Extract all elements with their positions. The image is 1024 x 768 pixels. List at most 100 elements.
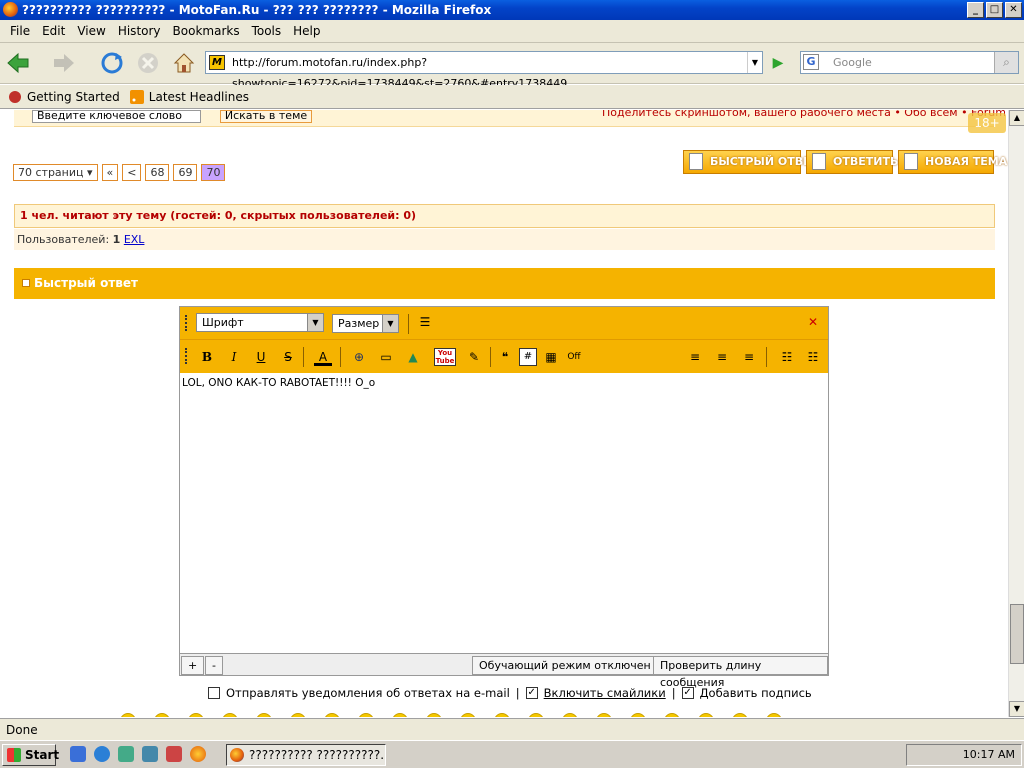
smiley-icon[interactable] xyxy=(528,713,544,717)
signature-checkbox[interactable]: ✓ xyxy=(681,687,694,699)
keyword-input[interactable]: Введите ключевое слово xyxy=(32,110,201,123)
table-icon[interactable]: ▦ xyxy=(542,348,560,366)
youtube-icon[interactable]: You Tube xyxy=(434,348,456,366)
bold-icon[interactable]: B xyxy=(198,348,216,366)
smiley-icon[interactable] xyxy=(256,713,272,717)
home-icon[interactable] xyxy=(172,51,196,75)
maximize-button[interactable]: □ xyxy=(986,2,1003,18)
smiley-icon[interactable] xyxy=(460,713,476,717)
text-color-icon[interactable]: A xyxy=(314,348,332,366)
network-icon[interactable] xyxy=(118,746,134,762)
reload-icon[interactable] xyxy=(100,51,124,75)
smiley-icon[interactable] xyxy=(664,713,680,717)
pages-dropdown[interactable]: 70 страниц ▾ xyxy=(13,164,98,181)
font-select[interactable]: Шрифт ▼ xyxy=(196,313,324,332)
align-left-icon[interactable]: ≡ xyxy=(686,348,704,366)
training-mode-button[interactable]: Обучающий режим отключен xyxy=(472,656,658,675)
message-textarea[interactable]: LOL, ONO КАК-ТО RABOTAET!!!! O_o xyxy=(180,373,828,653)
page-first[interactable]: « xyxy=(101,164,119,181)
notify-checkbox[interactable] xyxy=(208,687,220,699)
quick-reply-header[interactable]: Быстрый ответ xyxy=(14,268,995,299)
align-right-icon[interactable]: ≡ xyxy=(740,348,758,366)
quote-icon[interactable]: ❝ xyxy=(496,348,514,366)
smiley-icon[interactable] xyxy=(120,713,136,717)
email-icon[interactable]: ▭ xyxy=(377,348,395,366)
flash-icon[interactable]: ✎ xyxy=(465,348,483,366)
search-topic-button[interactable]: Искать в теме xyxy=(220,110,312,123)
google-icon[interactable]: G xyxy=(803,54,819,70)
forward-icon[interactable] xyxy=(52,51,76,75)
ordered-list-icon[interactable]: ☷ xyxy=(778,348,796,366)
url-dropdown-icon[interactable]: ▼ xyxy=(747,52,762,73)
hash-icon[interactable]: # xyxy=(519,348,537,366)
firefox-quicklaunch-icon[interactable] xyxy=(190,746,206,762)
smilies-checkbox[interactable]: ✓ xyxy=(525,687,538,699)
scroll-up-icon[interactable]: ▲ xyxy=(1009,110,1024,126)
smiley-icon[interactable] xyxy=(426,713,442,717)
underline-icon[interactable]: U xyxy=(252,348,270,366)
ie-icon[interactable] xyxy=(94,746,110,762)
size-select[interactable]: Размер ▼ xyxy=(332,314,399,333)
scroll-down-icon[interactable]: ▼ xyxy=(1009,701,1024,717)
menu-bookmarks[interactable]: Bookmarks xyxy=(167,24,246,38)
start-button[interactable]: Start xyxy=(2,744,59,766)
search-icon[interactable]: ⌕ xyxy=(994,52,1018,73)
menu-file[interactable]: File xyxy=(4,24,36,38)
smiley-icon[interactable] xyxy=(562,713,578,717)
smiley-icon[interactable] xyxy=(154,713,170,717)
smiley-icon[interactable] xyxy=(698,713,714,717)
smiley-icon[interactable] xyxy=(324,713,340,717)
unordered-list-icon[interactable]: ☷ xyxy=(804,348,822,366)
menu-view[interactable]: View xyxy=(71,24,111,38)
smiley-icon[interactable] xyxy=(222,713,238,717)
page-prev[interactable]: < xyxy=(122,164,142,181)
messenger-icon[interactable] xyxy=(166,746,182,762)
page-scrollbar[interactable]: ▲ ▼ xyxy=(1008,110,1024,717)
menu-edit[interactable]: Edit xyxy=(36,24,71,38)
smiley-icon[interactable] xyxy=(358,713,374,717)
media-icon[interactable] xyxy=(142,746,158,762)
smiley-icon[interactable] xyxy=(732,713,748,717)
page-69[interactable]: 69 xyxy=(173,164,198,181)
shrink-button[interactable]: - xyxy=(205,656,223,675)
close-button[interactable]: ✕ xyxy=(1005,2,1022,18)
smiley-icon[interactable] xyxy=(766,713,782,717)
indent-icon[interactable]: ☰ xyxy=(416,313,434,331)
smilies-label[interactable]: Включить смайлики xyxy=(544,686,666,700)
smiley-icon[interactable] xyxy=(630,713,646,717)
menu-history[interactable]: History xyxy=(112,24,167,38)
clock[interactable]: 10:17 AM xyxy=(963,748,1015,761)
smiley-icon[interactable] xyxy=(596,713,612,717)
search-bar[interactable]: G Google ⌕ xyxy=(800,51,1019,74)
page-68[interactable]: 68 xyxy=(145,164,170,181)
quick-reply-button[interactable]: БЫСТРЫЙ ОТВЕТ xyxy=(683,150,818,174)
bookmark-latest-headlines[interactable]: Latest Headlines xyxy=(129,89,249,104)
italic-icon[interactable]: I xyxy=(225,348,243,366)
expand-button[interactable]: + xyxy=(181,656,205,675)
show-desktop-icon[interactable] xyxy=(70,746,86,762)
go-button[interactable]: ▶ xyxy=(767,53,789,73)
user-link[interactable]: EXL xyxy=(124,233,145,246)
menu-help[interactable]: Help xyxy=(287,24,326,38)
strikethrough-icon[interactable]: S xyxy=(279,348,297,366)
url-bar[interactable]: M http://forum.motofan.ru/index.php?show… xyxy=(205,51,763,90)
close-editor-icon[interactable]: ✕ xyxy=(804,313,822,331)
minimize-button[interactable]: _ xyxy=(967,2,984,18)
align-center-icon[interactable]: ≡ xyxy=(713,348,731,366)
smiley-icon[interactable] xyxy=(290,713,306,717)
breadcrumb[interactable]: Поделитесь скриншотом, вашего рабочего м… xyxy=(602,110,1006,119)
collapse-icon[interactable] xyxy=(22,279,30,287)
scroll-thumb[interactable] xyxy=(1010,604,1024,664)
stop-icon[interactable] xyxy=(136,51,160,75)
bookmark-getting-started[interactable]: Getting Started xyxy=(8,90,120,104)
new-topic-button[interactable]: НОВАЯ ТЕМА xyxy=(898,150,1007,174)
image-icon[interactable]: ▲ xyxy=(404,348,422,366)
taskbar-firefox-item[interactable]: ?????????? ??????????... xyxy=(226,744,386,766)
back-icon[interactable] xyxy=(6,51,30,75)
smiley-icon[interactable] xyxy=(392,713,408,717)
offtopic-icon[interactable]: Off xyxy=(565,348,583,366)
reply-button[interactable]: ОТВЕТИТЬ xyxy=(806,150,898,174)
menu-tools[interactable]: Tools xyxy=(246,24,288,38)
link-icon[interactable]: ⊕ xyxy=(350,348,368,366)
smiley-icon[interactable] xyxy=(494,713,510,717)
